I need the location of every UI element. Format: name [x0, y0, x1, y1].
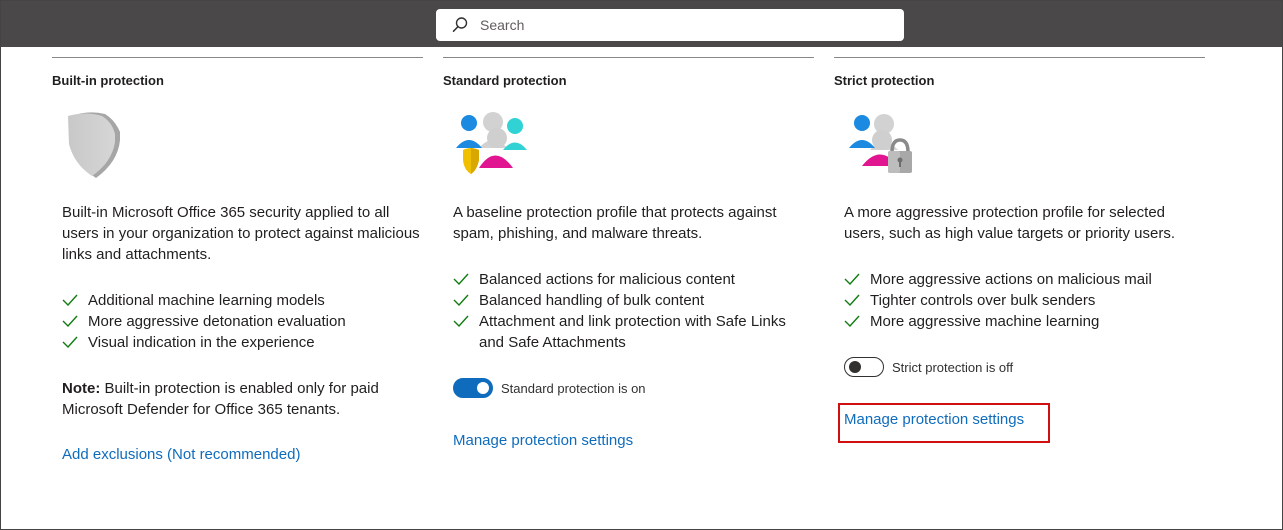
checkmark-icon: [453, 294, 469, 306]
checkmark-icon: [62, 336, 78, 348]
toggle-knob: [477, 382, 489, 394]
feature-label: Attachment and link protection with Safe…: [479, 313, 786, 351]
list-item: Attachment and link protection with Safe…: [453, 311, 813, 353]
feature-label: More aggressive machine learning: [870, 313, 1100, 330]
toggle-knob: [849, 361, 861, 373]
checkmark-icon: [844, 273, 860, 285]
shield-icon: [68, 112, 120, 178]
column-divider: [834, 57, 1205, 58]
note-body: Built-in protection is enabled only for …: [62, 380, 379, 418]
column-description: A baseline protection profile that prote…: [453, 204, 777, 242]
column-description: A more aggressive protection profile for…: [844, 204, 1175, 242]
column-title: Built-in protection: [52, 73, 164, 88]
list-item: Visual indication in the experience: [62, 332, 422, 353]
checkmark-icon: [62, 294, 78, 306]
manage-standard-protection-link[interactable]: Manage protection settings: [453, 432, 633, 449]
checkmark-icon: [62, 315, 78, 327]
toggle-label: Standard protection is on: [501, 380, 646, 396]
feature-label: Tighter controls over bulk senders: [870, 292, 1096, 309]
strict-protection-toggle[interactable]: [844, 357, 884, 377]
feature-label: Additional machine learning models: [88, 292, 325, 309]
column-description: Built-in Microsoft Office 365 security a…: [62, 204, 420, 263]
list-item: Balanced handling of bulk content: [453, 290, 813, 311]
checkmark-icon: [844, 294, 860, 306]
column-title: Standard protection: [443, 73, 567, 88]
column-divider: [443, 57, 814, 58]
feature-label: More aggressive actions on malicious mai…: [870, 271, 1152, 288]
strict-protection-toggle-row: Strict protection is off: [844, 356, 1013, 378]
feature-list: More aggressive actions on malicious mai…: [844, 269, 1204, 332]
list-item: Tighter controls over bulk senders: [844, 290, 1204, 311]
list-item: Additional machine learning models: [62, 290, 422, 311]
column-title: Strict protection: [834, 73, 935, 88]
checkmark-icon: [453, 315, 469, 327]
users-lock-icon: [849, 114, 912, 173]
list-item: More aggressive machine learning: [844, 311, 1204, 332]
top-bar: Search: [1, 1, 1282, 47]
standard-protection-toggle-row: Standard protection is on: [453, 377, 646, 399]
feature-label: More aggressive detonation evaluation: [88, 313, 346, 330]
feature-label: Visual indication in the experience: [88, 334, 315, 351]
note-label: Note:: [62, 380, 101, 397]
toggle-label: Strict protection is off: [892, 359, 1014, 375]
note-text: Note: Built-in protection is enabled onl…: [62, 378, 427, 420]
highlight-box: [838, 403, 1050, 443]
users-shield-icon: [456, 112, 527, 174]
list-item: More aggressive detonation evaluation: [62, 311, 422, 332]
search-box[interactable]: Search: [436, 9, 904, 41]
search-input[interactable]: Search: [480, 17, 524, 33]
feature-list: Additional machine learning models More …: [62, 290, 422, 353]
list-item: More aggressive actions on malicious mai…: [844, 269, 1204, 290]
add-exclusions-link[interactable]: Add exclusions (Not recommended): [62, 446, 300, 463]
feature-label: Balanced handling of bulk content: [479, 292, 705, 309]
checkmark-icon: [453, 273, 469, 285]
standard-protection-toggle[interactable]: [453, 378, 493, 398]
feature-label: Balanced actions for malicious content: [479, 271, 735, 288]
checkmark-icon: [844, 315, 860, 327]
search-icon: [452, 17, 468, 32]
feature-list: Balanced actions for malicious content B…: [453, 269, 813, 353]
column-divider: [52, 57, 423, 58]
list-item: Balanced actions for malicious content: [453, 269, 813, 290]
